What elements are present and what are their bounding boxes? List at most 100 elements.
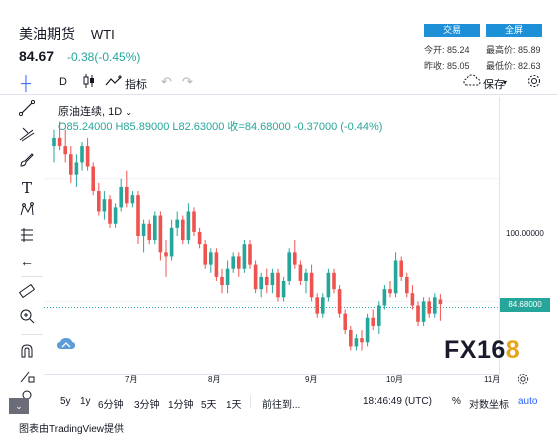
candle-body <box>242 244 247 269</box>
range-3min[interactable]: 3分钟 <box>134 396 160 411</box>
candle-body <box>192 211 196 232</box>
candle-body <box>203 244 207 265</box>
candle-body <box>276 272 280 298</box>
range-5y[interactable]: 5y <box>60 396 71 407</box>
tradingview-credit[interactable]: 图表由TradingView提供 <box>19 420 124 435</box>
instrument-name: 美油期货 <box>19 26 75 42</box>
candle-body <box>365 317 370 343</box>
candle-body <box>293 252 297 265</box>
candle-body <box>326 272 331 298</box>
axis-settings-icon[interactable] <box>517 372 529 390</box>
log-scale-toggle[interactable]: 对数坐标 <box>469 396 509 411</box>
candle-body <box>169 227 174 257</box>
candle-body <box>377 305 381 326</box>
stat-open: 今开: 85.24 <box>424 45 470 55</box>
x-label-jul: 7月 <box>125 375 138 384</box>
tools-separator <box>21 276 43 277</box>
candle-body <box>382 289 387 306</box>
save-dropdown-icon[interactable]: ▾ <box>503 78 507 87</box>
indicators-button[interactable]: 指标 <box>125 76 147 92</box>
range-6min[interactable]: 6分钟 <box>98 396 124 411</box>
candle-body <box>214 252 219 277</box>
candle-body <box>52 137 56 147</box>
candle-body <box>287 252 291 281</box>
candle-body <box>433 297 437 314</box>
candle-body <box>337 289 342 314</box>
magnet-icon[interactable] <box>17 343 37 363</box>
candle-body <box>265 276 269 286</box>
candle-body <box>220 276 224 286</box>
interval-selector[interactable]: D <box>59 76 67 88</box>
candle-body <box>74 162 79 175</box>
indicators-icon[interactable] <box>105 74 123 91</box>
candle-body <box>209 252 213 265</box>
price-change: -0.38(-0.45%) <box>67 50 141 64</box>
pattern-icon[interactable] <box>17 202 37 222</box>
text-tool-icon[interactable]: T <box>17 178 37 198</box>
crosshair-icon[interactable]: ┼ <box>21 75 31 91</box>
candles-icon[interactable] <box>82 73 96 92</box>
candle-body <box>108 199 112 224</box>
zoom-in-icon[interactable] <box>17 308 37 328</box>
redo-icon[interactable]: ↷ <box>182 74 193 90</box>
candle-body <box>270 272 275 286</box>
fib-tool-icon[interactable] <box>17 126 37 146</box>
candle-body <box>410 293 415 306</box>
candle-body <box>147 223 151 241</box>
candle-body <box>237 256 241 269</box>
stat-prev-close: 昨收: 85.05 <box>424 61 470 71</box>
candle-body <box>63 146 67 155</box>
time-axis-border <box>44 374 500 375</box>
range-1y[interactable]: 1y <box>80 396 91 407</box>
range-1d[interactable]: 1天 <box>226 396 242 411</box>
price-chart[interactable] <box>44 97 500 375</box>
chart-toolbar: ┼ D 指标 ↶ ↷ 保存 ▾ <box>0 73 558 93</box>
trend-line-icon[interactable] <box>17 99 37 120</box>
last-price: 84.67 <box>19 48 55 64</box>
candle-body <box>69 154 73 175</box>
candle-body <box>349 330 353 347</box>
cloud-save-icon[interactable] <box>463 74 481 91</box>
stat-high: 最高价: 85.89 <box>486 45 541 55</box>
cloud-icon[interactable] <box>56 336 76 352</box>
candle-body <box>354 338 359 347</box>
candle-body <box>360 338 364 343</box>
candle-body <box>248 244 252 265</box>
range-1min[interactable]: 1分钟 <box>168 396 194 411</box>
x-label-oct: 10月 <box>386 375 403 384</box>
fullscreen-button[interactable]: 全屏 <box>486 24 542 37</box>
candle-body <box>181 219 185 241</box>
candle-body <box>371 317 375 326</box>
candle-body <box>259 276 263 290</box>
lock-draw-icon[interactable] <box>17 368 37 388</box>
percent-toggle[interactable]: % <box>452 396 461 407</box>
candle-body <box>136 195 140 236</box>
series-legend[interactable]: 原油连续, 1D ⌄ <box>58 103 132 119</box>
auto-scale-toggle[interactable]: auto <box>518 396 537 407</box>
candle-body <box>113 207 118 224</box>
trade-button[interactable]: 交易 <box>424 24 480 37</box>
price-axis-border <box>499 97 500 375</box>
candle-body <box>80 146 84 163</box>
candle-body <box>141 223 146 236</box>
candle-body <box>343 313 347 331</box>
candle-body <box>57 137 62 147</box>
candle-body <box>438 299 443 305</box>
goto-button[interactable]: 前往到... <box>262 396 300 411</box>
brush-icon[interactable] <box>17 152 37 172</box>
candle-body <box>97 191 101 212</box>
candle-body <box>91 166 95 192</box>
prediction-icon[interactable] <box>17 227 37 247</box>
ruler-icon[interactable] <box>17 283 37 303</box>
ohlc-legend: O85.24000 H85.89000 L82.63000 收=84.68000… <box>58 118 382 134</box>
candle-body <box>393 260 398 294</box>
back-arrow-icon[interactable]: ← <box>17 251 37 271</box>
candle-body <box>119 186 123 208</box>
candle-body <box>416 305 420 322</box>
candle-body <box>253 264 258 290</box>
clock-time[interactable]: 18:46:49 (UTC) <box>363 396 432 407</box>
undo-icon[interactable]: ↶ <box>161 74 172 90</box>
save-button[interactable]: 保存 <box>483 76 505 92</box>
range-5d[interactable]: 5天 <box>201 396 217 411</box>
settings-icon[interactable] <box>527 74 541 91</box>
